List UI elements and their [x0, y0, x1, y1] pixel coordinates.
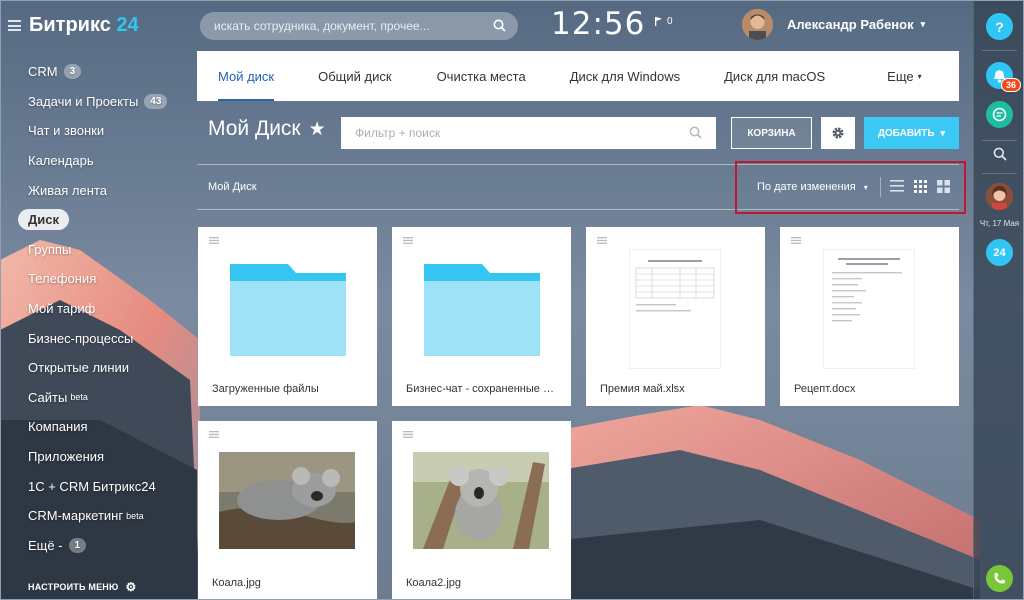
file-tile-spreadsheet[interactable]: Премия май.xlsx	[586, 227, 765, 406]
counter-badge: 1	[68, 537, 87, 553]
gear-icon	[832, 127, 844, 139]
filter-search-input[interactable]	[355, 126, 675, 140]
user-menu[interactable]: Александр Рабенок ▾	[742, 9, 925, 40]
date-label: Чт, 17 Мая	[979, 219, 1020, 228]
sidebar-item-calendar[interactable]: Календарь	[18, 146, 167, 176]
global-search	[200, 12, 518, 40]
chat-icon	[992, 107, 1007, 122]
file-name: Рецепт.docx	[794, 383, 856, 395]
trash-button[interactable]: КОРЗИНА	[731, 117, 812, 149]
sidebar-item-bizproc[interactable]: Бизнес-процессы	[18, 323, 167, 353]
beta-label: beta	[70, 392, 88, 403]
sidebar-item-crm[interactable]: CRM 3	[18, 57, 167, 87]
file-name: Премия май.xlsx	[600, 383, 685, 395]
highlight-box	[735, 161, 966, 214]
spreadsheet-preview	[629, 249, 721, 369]
drag-handle-icon[interactable]	[209, 237, 219, 244]
search-icon[interactable]	[993, 147, 1007, 161]
flag-icon	[655, 17, 662, 26]
file-name: Коала2.jpg	[406, 577, 462, 589]
drag-handle-icon[interactable]	[597, 237, 607, 244]
sidebar-item-1c-crm[interactable]: 1С + CRM Битрикс24	[18, 471, 167, 501]
drag-handle-icon[interactable]	[791, 237, 801, 244]
sidebar-item-open-lines[interactable]: Открытые линии	[18, 353, 167, 383]
chevron-down-icon: ▾	[917, 71, 922, 81]
file-tile-folder[interactable]: Бизнес-чат - сохраненные файлы	[392, 227, 571, 406]
image-thumbnail	[413, 452, 549, 549]
clock[interactable]: 12:56	[551, 6, 645, 42]
sidebar-item-chat[interactable]: Чат и звонки	[18, 116, 167, 146]
search-icon[interactable]	[493, 19, 506, 32]
drag-handle-icon[interactable]	[403, 431, 413, 438]
star-icon[interactable]: ★	[309, 118, 326, 141]
counter-badge: 3	[63, 64, 82, 80]
phone-button[interactable]	[986, 565, 1013, 592]
tabs-bar: Мой диск Общий диск Очистка места Диск д…	[197, 51, 959, 101]
help-button[interactable]: ?	[986, 13, 1013, 40]
sidebar-item-sites[interactable]: Сайты beta	[18, 383, 167, 413]
tab-more[interactable]: Еще ▾	[887, 51, 921, 101]
main-menu: CRM 3 Задачи и Проекты 43 Чат и звонки Кал…	[18, 57, 168, 561]
sidebar-item-tasks[interactable]: Задачи и Проекты 43	[18, 87, 168, 117]
sidebar-item-tariff[interactable]: Мой тариф	[18, 294, 167, 324]
file-tile-folder[interactable]: Загруженные файлы	[198, 227, 377, 406]
tab-cleanup[interactable]: Очистка места	[437, 51, 526, 101]
sidebar-item-feed[interactable]: Живая лента	[18, 175, 167, 205]
folder-icon	[424, 264, 540, 356]
gear-icon: ⚙	[125, 580, 137, 594]
notifications-count: 36	[1001, 78, 1022, 92]
chevron-down-icon: ▾	[940, 127, 946, 138]
work-day-flag[interactable]: 0	[655, 16, 673, 27]
folder-icon	[230, 264, 346, 356]
file-name: Коала.jpg	[212, 577, 261, 589]
tab-common-disk[interactable]: Общий диск	[318, 51, 391, 101]
file-tile-image[interactable]: Коала2.jpg	[392, 421, 571, 600]
calendar-button[interactable]: 24	[986, 239, 1013, 266]
file-tile-image[interactable]: Коала.jpg	[198, 421, 377, 600]
chevron-down-icon: ▾	[920, 19, 926, 29]
search-icon[interactable]	[689, 126, 702, 139]
sidebar-item-disk[interactable]: Диск	[18, 205, 167, 235]
phone-icon	[994, 573, 1005, 584]
sidebar-item-company[interactable]: Компания	[18, 412, 167, 442]
file-name: Бизнес-чат - сохраненные файлы	[406, 383, 558, 395]
document-preview	[823, 249, 915, 369]
configure-menu-button[interactable]: НАСТРОИТЬ МЕНЮ ⚙	[28, 580, 136, 594]
avatar	[742, 9, 773, 40]
tab-disk-windows[interactable]: Диск для Windows	[570, 51, 680, 101]
sidebar-item-apps[interactable]: Приложения	[18, 442, 167, 472]
avatar[interactable]	[986, 183, 1013, 210]
image-thumbnail	[219, 452, 355, 549]
add-button[interactable]: ДОБАВИТЬ ▾	[864, 117, 959, 149]
beta-label: beta	[126, 510, 144, 521]
left-sidebar: Битрикс 24 CRM 3 Задачи и Проекты 43 Чат и…	[0, 0, 197, 600]
file-tile-document[interactable]: Рецепт.docx	[780, 227, 959, 406]
page-title-row: Мой Диск ★	[208, 117, 326, 141]
sidebar-item-more[interactable]: Ещё -1	[18, 531, 167, 561]
filter-search	[341, 117, 716, 149]
sidebar-item-groups[interactable]: Группы	[18, 235, 167, 265]
logo[interactable]: Битрикс 24	[29, 14, 139, 37]
tab-my-disk[interactable]: Мой диск	[218, 51, 275, 101]
sidebar-item-telephony[interactable]: Телефония	[18, 264, 167, 294]
file-name: Загруженные файлы	[212, 383, 319, 395]
tab-disk-macos[interactable]: Диск для macOS	[724, 51, 825, 101]
counter-badge: 43	[144, 93, 168, 109]
menu-burger-icon[interactable]	[8, 20, 21, 31]
messenger-button[interactable]	[986, 101, 1013, 128]
breadcrumb[interactable]: Мой Диск	[208, 181, 257, 193]
sidebar-item-crm-marketing[interactable]: CRM-маркетинг beta	[18, 501, 167, 531]
global-search-input[interactable]	[214, 19, 484, 33]
settings-button[interactable]	[821, 117, 855, 149]
drag-handle-icon[interactable]	[209, 431, 219, 438]
drag-handle-icon[interactable]	[403, 237, 413, 244]
right-panel: ? 36 Чт, 17 Мая 24	[973, 0, 1024, 600]
page-title: Мой Диск	[208, 117, 301, 140]
